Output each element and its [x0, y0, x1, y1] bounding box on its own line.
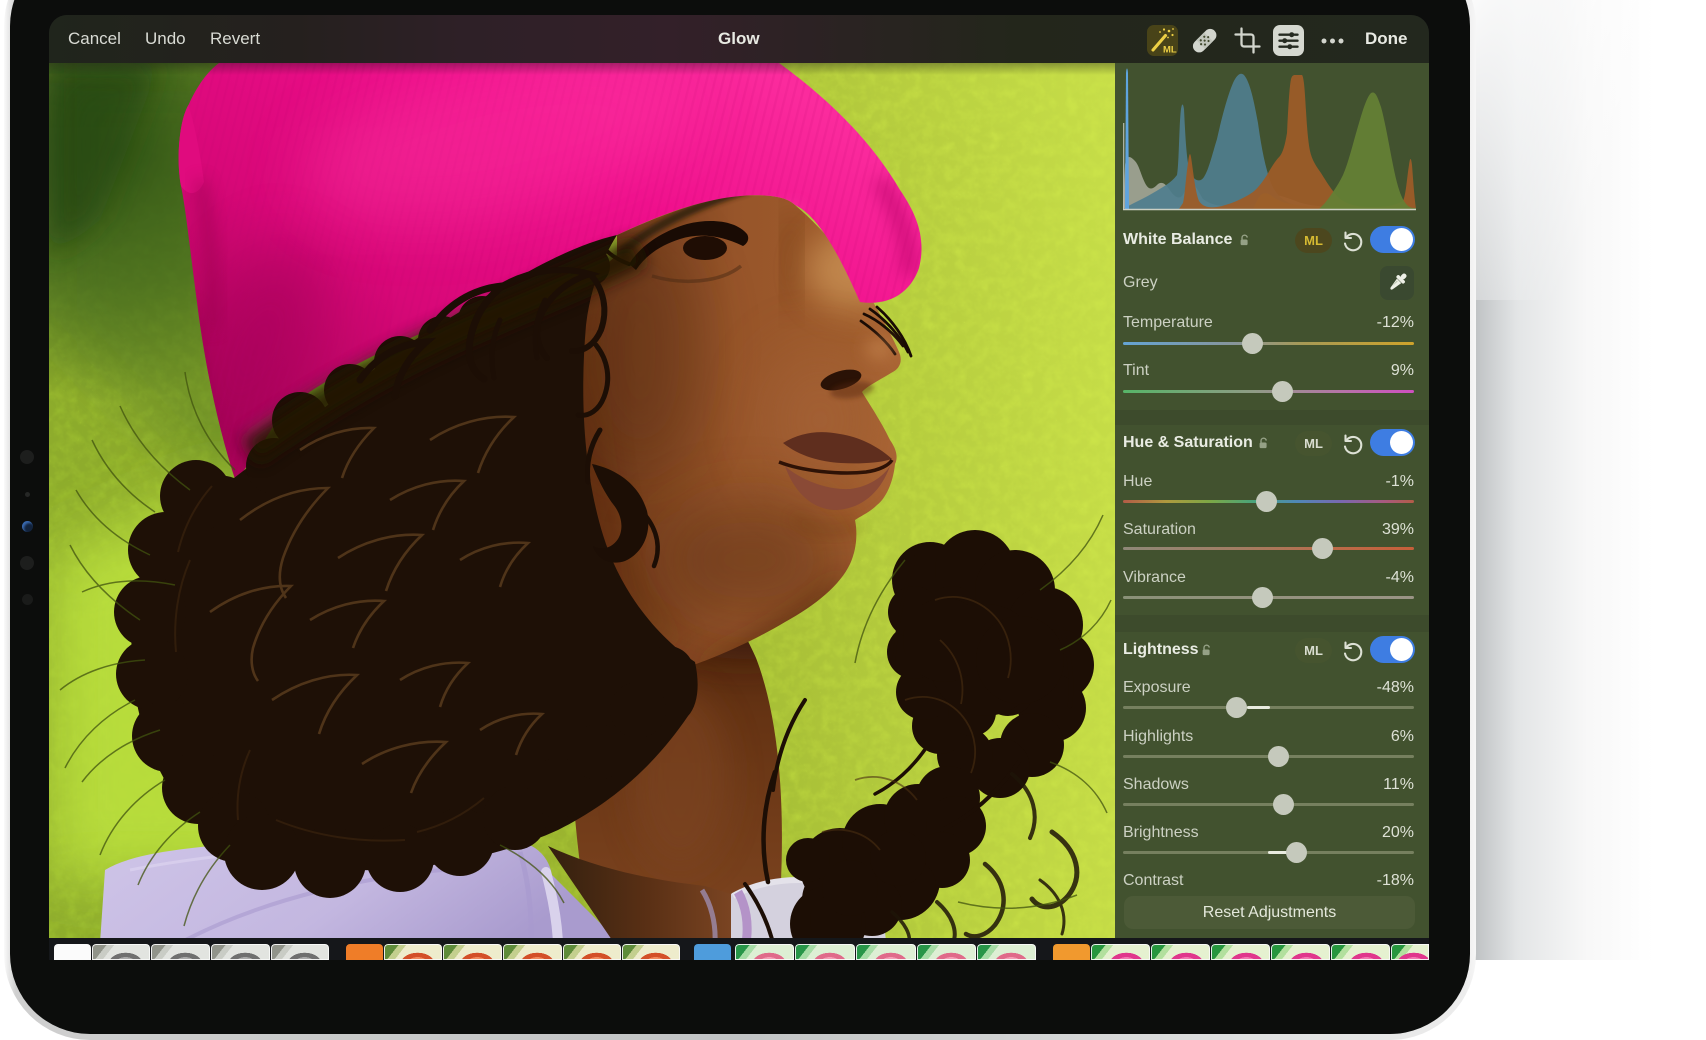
svg-text:ML: ML — [1163, 45, 1177, 56]
